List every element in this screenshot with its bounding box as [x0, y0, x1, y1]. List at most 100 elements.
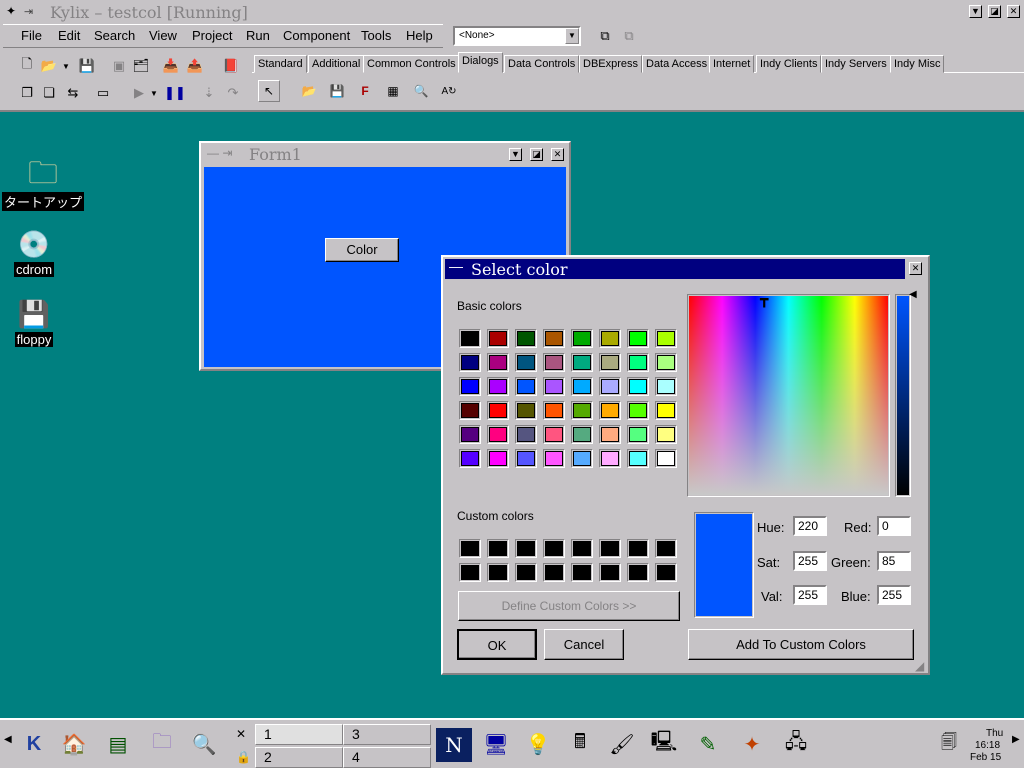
- custom-color-swatch[interactable]: [571, 563, 593, 582]
- custom-color-swatch[interactable]: [599, 539, 621, 558]
- run-icon[interactable]: ▶: [128, 82, 150, 104]
- pin-icon[interactable]: ⇥: [24, 5, 33, 18]
- custom-color-swatch[interactable]: [515, 539, 537, 558]
- pointer-tool-icon[interactable]: ↖: [258, 80, 280, 102]
- ok-button[interactable]: OK: [457, 629, 537, 660]
- custom-color-swatch[interactable]: [543, 539, 565, 558]
- menu-search[interactable]: Search: [94, 28, 135, 43]
- custom-color-swatch[interactable]: [627, 563, 649, 582]
- close-icon[interactable]: ✕: [1007, 5, 1020, 18]
- color-dialog-icon[interactable]: ▦: [382, 80, 404, 102]
- clock-date[interactable]: Feb 15: [970, 752, 1001, 763]
- menu-help[interactable]: Help: [406, 28, 433, 43]
- step-over-icon[interactable]: ↷: [222, 82, 244, 104]
- basic-color-swatch[interactable]: [599, 377, 621, 396]
- basic-color-swatch[interactable]: [543, 353, 565, 372]
- basic-color-swatch[interactable]: [599, 401, 621, 420]
- tab-dialogs[interactable]: Dialogs: [458, 52, 503, 73]
- resize-grip-icon[interactable]: ◢: [915, 659, 924, 673]
- basic-color-swatch[interactable]: [571, 401, 593, 420]
- value-arrow-icon[interactable]: ◀: [909, 289, 917, 300]
- basic-color-swatch[interactable]: [627, 401, 649, 420]
- basic-color-swatch[interactable]: [543, 425, 565, 444]
- custom-color-swatch[interactable]: [655, 563, 677, 582]
- basic-color-swatch[interactable]: [655, 449, 677, 468]
- menu-run[interactable]: Run: [246, 28, 270, 43]
- lock-icon[interactable]: 🔒: [236, 750, 251, 764]
- save-icon[interactable]: 💾: [76, 55, 98, 77]
- custom-color-swatch[interactable]: [655, 539, 677, 558]
- view-form-icon[interactable]: ❏: [38, 82, 60, 104]
- basic-color-swatch[interactable]: [655, 425, 677, 444]
- basic-color-swatch[interactable]: [515, 401, 537, 420]
- kylix-icon[interactable]: ✦: [6, 4, 16, 18]
- calculator-icon[interactable]: 🖩: [562, 724, 598, 764]
- basic-color-swatch[interactable]: [627, 353, 649, 372]
- custom-color-swatch[interactable]: [571, 539, 593, 558]
- basic-color-swatch[interactable]: [487, 329, 509, 348]
- desktop-combo[interactable]: <None> ▼: [453, 26, 581, 46]
- blue-field[interactable]: 255: [877, 585, 911, 605]
- set-debug-desktop-icon[interactable]: ⧉: [618, 25, 640, 47]
- panel-hide-right-icon[interactable]: ▶: [1012, 734, 1020, 745]
- basic-color-swatch[interactable]: [487, 353, 509, 372]
- val-field[interactable]: 255: [793, 585, 827, 605]
- terminal-icon[interactable]: ▤: [100, 724, 136, 764]
- desktop-4-button[interactable]: 4: [343, 747, 431, 768]
- dialog-title-bar[interactable]: — Select color: [445, 258, 905, 279]
- basic-color-swatch[interactable]: [655, 377, 677, 396]
- maximize-icon[interactable]: ◪: [988, 5, 1001, 18]
- basic-color-swatch[interactable]: [627, 425, 649, 444]
- basic-color-swatch[interactable]: [543, 329, 565, 348]
- paint-icon[interactable]: 🖌: [604, 724, 640, 764]
- remove-from-project-icon[interactable]: 📤: [184, 55, 206, 77]
- hue-field[interactable]: 220: [793, 516, 827, 536]
- tab-additional[interactable]: Additional: [308, 55, 365, 73]
- basic-color-swatch[interactable]: [543, 401, 565, 420]
- new-form-icon[interactable]: ▭: [92, 82, 114, 104]
- basic-color-swatch[interactable]: [627, 329, 649, 348]
- open-dialog-icon[interactable]: 📂: [298, 80, 320, 102]
- k-menu-icon[interactable]: K: [16, 724, 52, 764]
- minimize-icon[interactable]: ▼: [509, 148, 522, 161]
- hue-saturation-picker[interactable]: ┳: [687, 291, 890, 497]
- custom-color-swatch[interactable]: [459, 539, 481, 558]
- editor-icon[interactable]: ✎: [690, 724, 726, 764]
- basic-color-swatch[interactable]: [571, 329, 593, 348]
- chevron-down-icon[interactable]: ▼: [148, 82, 160, 104]
- tab-indy-servers[interactable]: Indy Servers: [821, 55, 891, 73]
- basic-color-swatch[interactable]: [515, 377, 537, 396]
- save-desktop-icon[interactable]: ⧉: [594, 25, 616, 47]
- basic-color-swatch[interactable]: [571, 377, 593, 396]
- basic-color-swatch[interactable]: [487, 425, 509, 444]
- save-dialog-icon[interactable]: 💾: [326, 80, 348, 102]
- red-field[interactable]: 0: [877, 516, 911, 536]
- basic-color-swatch[interactable]: [487, 449, 509, 468]
- basic-color-swatch[interactable]: [599, 449, 621, 468]
- menu-project[interactable]: Project: [192, 28, 232, 43]
- menu-view[interactable]: View: [149, 28, 177, 43]
- new-file-icon[interactable]: 🗋: [16, 55, 38, 77]
- basic-color-swatch[interactable]: [655, 353, 677, 372]
- trace-into-icon[interactable]: ⇣: [198, 82, 220, 104]
- home-icon[interactable]: 🏠: [56, 724, 92, 764]
- desktop-icon-autostart[interactable]: 🗀 タートアップ: [0, 156, 86, 211]
- tab-indy-misc[interactable]: Indy Misc: [890, 55, 945, 73]
- toggle-form-unit-icon[interactable]: ⇆: [62, 82, 84, 104]
- replace-dialog-icon[interactable]: A↻: [438, 80, 460, 102]
- basic-color-swatch[interactable]: [459, 449, 481, 468]
- menu-component[interactable]: Component: [283, 28, 350, 43]
- close-icon[interactable]: ✕: [551, 148, 564, 161]
- basic-color-swatch[interactable]: [459, 425, 481, 444]
- cancel-button[interactable]: Cancel: [544, 629, 624, 660]
- basic-color-swatch[interactable]: [515, 449, 537, 468]
- basic-color-swatch[interactable]: [515, 353, 537, 372]
- custom-color-swatch[interactable]: [515, 563, 537, 582]
- basic-color-swatch[interactable]: [599, 353, 621, 372]
- custom-color-swatch[interactable]: [487, 539, 509, 558]
- basic-color-swatch[interactable]: [543, 377, 565, 396]
- basic-color-swatch[interactable]: [655, 401, 677, 420]
- green-field[interactable]: 85: [877, 551, 911, 571]
- tab-common-controls[interactable]: Common Controls: [363, 55, 460, 73]
- netscape-icon[interactable]: N: [436, 728, 472, 762]
